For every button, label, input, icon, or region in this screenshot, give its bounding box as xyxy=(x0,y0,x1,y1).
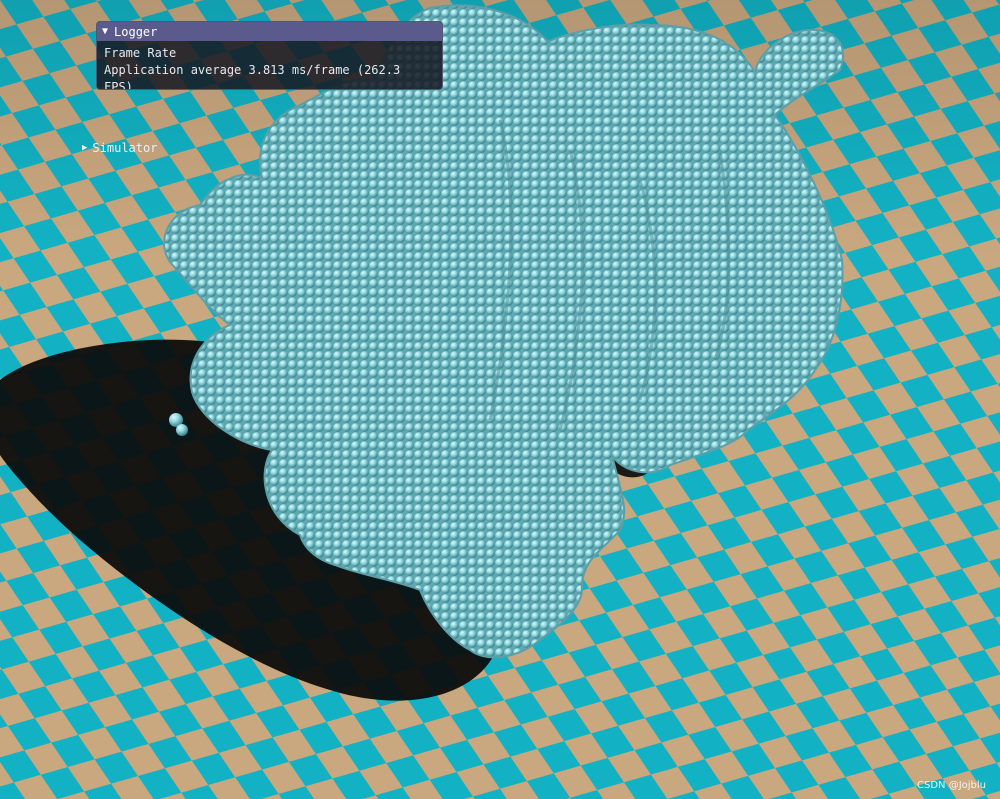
collapse-triangle-icon[interactable]: ▼ xyxy=(102,26,108,37)
watermark: CSDN @Jojblu xyxy=(917,780,986,791)
expand-triangle-icon[interactable]: ▶ xyxy=(82,143,87,153)
simulator-title: Simulator xyxy=(92,141,158,155)
frame-time-readout: Application average 3.813 ms/frame (262.… xyxy=(104,63,401,90)
logger-window: ▼ Logger Frame Rate Application average … xyxy=(96,21,443,90)
logger-title: Logger xyxy=(114,24,158,39)
render-viewport[interactable] xyxy=(0,0,1000,799)
simulator-header[interactable]: ▶ Simulator xyxy=(82,141,157,155)
frame-rate-label: Frame Rate xyxy=(104,46,177,60)
scene-canvas xyxy=(0,0,1000,799)
logger-titlebar[interactable]: ▼ Logger xyxy=(97,22,442,41)
